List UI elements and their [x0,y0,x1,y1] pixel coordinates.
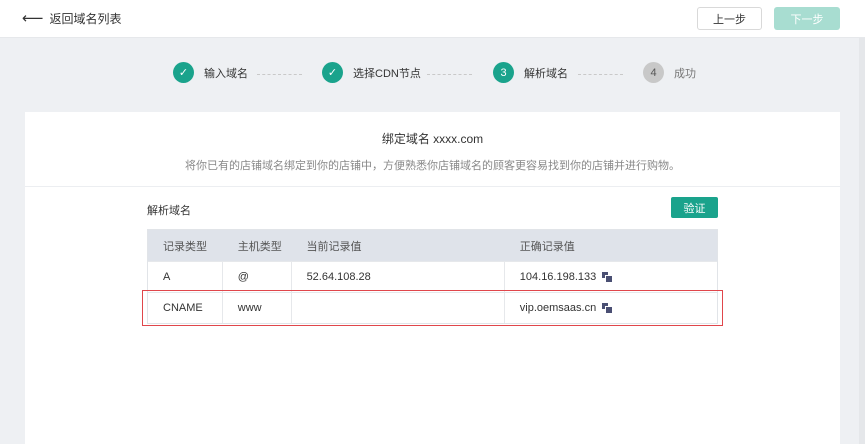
table-row: CNAME www vip.oemsaas.cn [148,292,717,323]
divider [25,186,840,187]
table-header-row: 记录类型 主机类型 当前记录值 正确记录值 [148,230,717,261]
step-indicator: ✓ 输入域名 ✓ 选择CDN节点 3 解析域名 4 成功 [0,62,865,88]
cell-current-value [292,293,505,323]
step-number: 4 [643,62,664,83]
cell-record-type: A [148,262,223,292]
next-step-button[interactable]: 下一步 [774,7,840,30]
step-connector [257,74,302,75]
copy-icon[interactable] [602,272,614,283]
step-label: 输入域名 [204,67,248,80]
verify-button[interactable]: 验证 [671,197,718,218]
copy-icon[interactable] [602,303,614,314]
check-icon: ✓ [173,62,194,83]
scrollbar[interactable] [859,38,865,444]
card-subtitle: 将你已有的店铺域名绑定到你的店铺中，方便熟悉你店铺域名的顾客更容易找到你的店铺并… [185,160,680,172]
table-row: A @ 52.64.108.28 104.16.198.133 [148,261,717,292]
step-select-cdn: ✓ 选择CDN节点 [322,62,421,83]
back-to-domain-list-link[interactable]: ⟵ 返回域名列表 [22,10,122,27]
check-icon: ✓ [322,62,343,83]
header-host-type: 主机类型 [237,240,282,253]
step-label: 成功 [674,67,696,80]
top-bar: ⟵ 返回域名列表 上一步 下一步 [0,0,865,38]
arrow-left-icon: ⟵ [22,10,44,27]
step-enter-domain: ✓ 输入域名 [173,62,248,83]
card-title: 绑定域名 xxxx.com [381,132,484,146]
step-label: 选择CDN节点 [353,67,421,80]
step-success: 4 成功 [643,62,696,83]
cell-host-type: www [223,293,292,323]
correct-value-text: 104.16.198.133 [519,271,597,283]
step-connector [427,74,472,75]
previous-step-button[interactable]: 上一步 [697,7,762,30]
step-label: 解析域名 [524,67,568,80]
cell-host-type: @ [223,262,292,292]
step-number: 3 [493,62,514,83]
header-current-value: 当前记录值 [306,240,362,253]
step-connector [578,74,623,75]
correct-value-text: vip.oemsaas.cn [519,302,597,314]
section-label: 解析域名 [147,205,191,217]
bind-domain-card: 绑定域名 xxxx.com 将你已有的店铺域名绑定到你的店铺中，方便熟悉你店铺域… [25,112,840,444]
dns-records-table: 记录类型 主机类型 当前记录值 正确记录值 A @ 52.64.108.28 1… [147,229,718,324]
cell-record-type: CNAME [148,293,223,323]
header-record-type: 记录类型 [163,240,207,253]
back-label: 返回域名列表 [49,12,122,26]
cell-correct-value: 104.16.198.133 [505,262,717,292]
cell-current-value: 52.64.108.28 [292,262,505,292]
step-resolve-domain: 3 解析域名 [493,62,568,83]
cell-correct-value: vip.oemsaas.cn [505,293,717,323]
header-correct-value: 正确记录值 [519,240,575,253]
